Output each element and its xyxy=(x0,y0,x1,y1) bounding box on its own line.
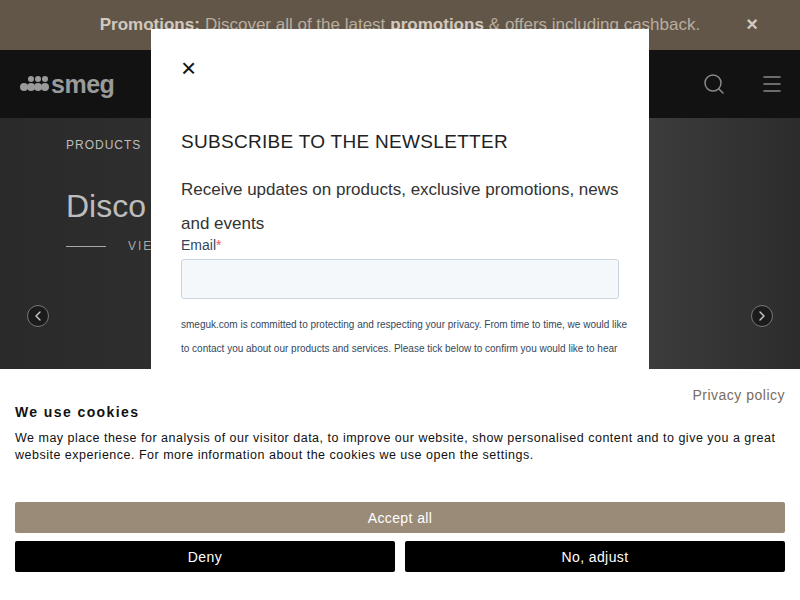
cookie-button[interactable]: No, adjust xyxy=(405,541,785,572)
menu-icon[interactable] xyxy=(760,72,784,96)
privacy-policy-link[interactable]: Privacy policy xyxy=(692,387,785,403)
modal-text: Receive updates on products, exclusive p… xyxy=(181,173,619,241)
email-input[interactable] xyxy=(181,259,619,299)
cookie-button[interactable]: Deny xyxy=(15,541,395,572)
cookie-button[interactable]: Accept all xyxy=(15,502,785,533)
prev-arrow-icon[interactable] xyxy=(27,305,49,327)
logo[interactable]: smeg xyxy=(20,70,114,99)
logo-dots-icon xyxy=(20,74,50,94)
email-label: Email* xyxy=(181,237,619,253)
modal-close-button[interactable]: × xyxy=(181,57,203,79)
next-arrow-icon[interactable] xyxy=(751,305,773,327)
modal-title: SUBSCRIBE TO THE NEWSLETTER xyxy=(181,131,619,153)
promo-close-button[interactable]: × xyxy=(746,13,758,36)
cookie-title: We use cookies xyxy=(15,404,785,420)
cookie-text: We may place these for analysis of our v… xyxy=(15,430,785,464)
search-icon[interactable] xyxy=(702,72,726,96)
cookie-banner: Privacy policyWe use cookies We may place… xyxy=(0,369,800,600)
page: Promotions:Discover all of the latestpro… xyxy=(0,0,800,600)
privacy-text: smeguk.com is committed to protecting an… xyxy=(181,313,619,361)
